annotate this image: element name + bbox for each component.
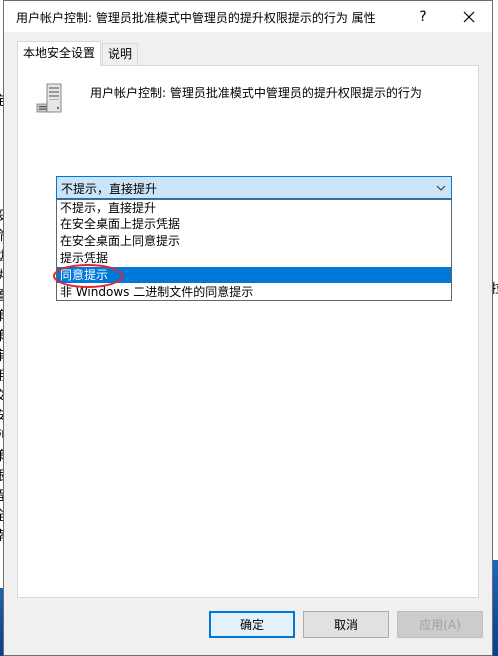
policy-server-icon (36, 83, 62, 113)
tab-local-security-setting[interactable]: 本地安全设置 (17, 41, 102, 66)
behavior-combobox[interactable]: 不提示，直接提升 (56, 176, 452, 199)
tab-panel: 用户帐户控制: 管理员批准模式中管理员的提升权限提示的行为 不提示，直接提升 不… (17, 65, 479, 598)
dropdown-option-selected[interactable]: 同意提示 (57, 267, 451, 283)
chevron-down-icon[interactable] (435, 182, 447, 194)
dropdown-option[interactable]: 在安全桌面上提示凭据 (57, 216, 451, 232)
tab-explain[interactable]: 说明 (102, 43, 139, 65)
behavior-dropdown-list: 不提示，直接提升 在安全桌面上提示凭据 在安全桌面上同意提示 提示凭据 同意提示… (56, 199, 452, 301)
dropdown-option[interactable]: 非 Windows 二进制文件的同意提示 (57, 284, 451, 300)
apply-button[interactable]: 应用(A) (397, 611, 483, 638)
policy-heading: 用户帐户控制: 管理员批准模式中管理员的提升权限提示的行为 (90, 86, 422, 100)
dropdown-option[interactable]: 不提示，直接提升 (57, 200, 451, 216)
ok-button[interactable]: 确定 (209, 611, 295, 638)
close-button[interactable] (446, 1, 492, 32)
close-icon (463, 11, 475, 22)
combobox-value: 不提示，直接提升 (61, 182, 158, 196)
cancel-button[interactable]: 取消 (303, 611, 389, 638)
dropdown-option[interactable]: 提示凭据 (57, 250, 451, 266)
window-title: 用户帐户控制: 管理员批准模式中管理员的提升权限提示的行为 属性 (16, 11, 376, 25)
help-button[interactable]: ? (400, 1, 446, 32)
properties-dialog: 用户帐户控制: 管理员批准模式中管理员的提升权限提示的行为 属性 ? 本地安全设… (3, 0, 493, 656)
dropdown-option[interactable]: 在安全桌面上同意提示 (57, 233, 451, 249)
title-bar[interactable]: 用户帐户控制: 管理员批准模式中管理员的提升权限提示的行为 属性 ? (4, 1, 492, 32)
